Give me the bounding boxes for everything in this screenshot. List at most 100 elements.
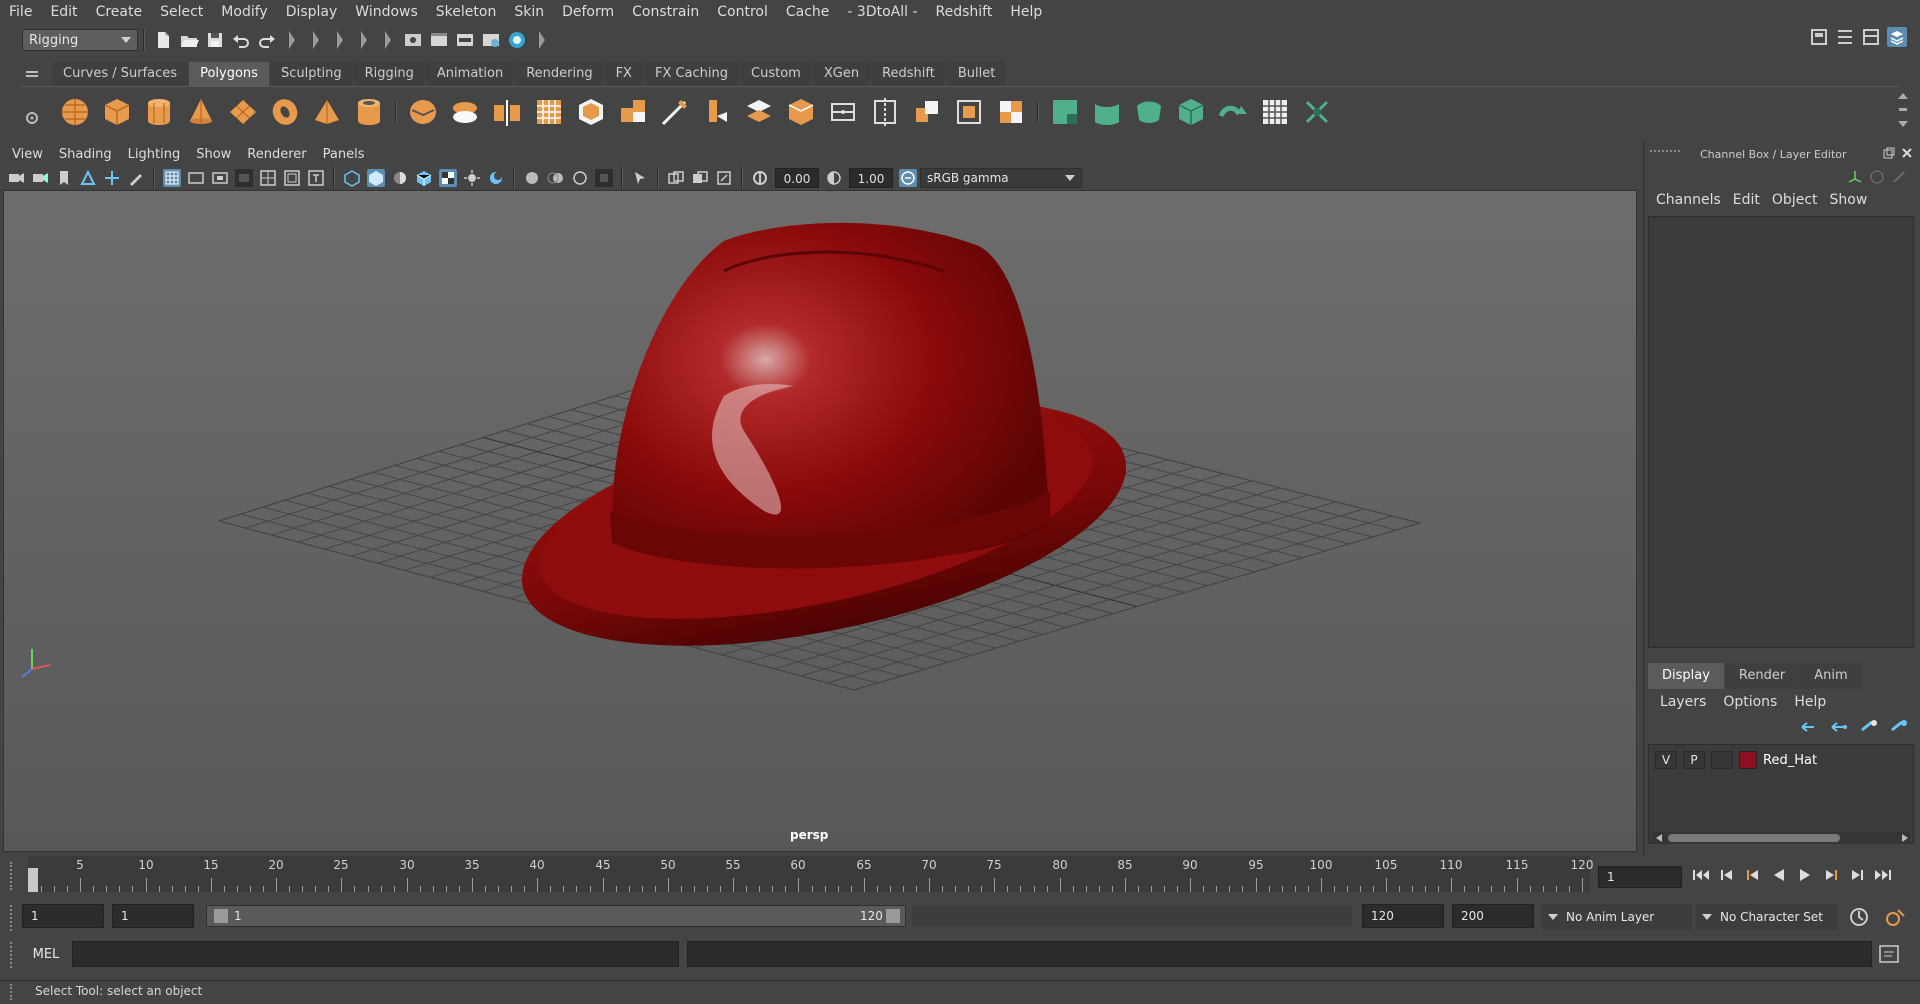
use-all-lights-icon[interactable] [463,169,481,187]
quad-draw-icon[interactable] [952,95,986,129]
grid-toggle-icon[interactable] [163,169,181,187]
menu-edit[interactable]: Edit [41,0,86,24]
layer-color-swatch[interactable] [1739,751,1757,769]
tab-curves-surfaces[interactable]: Curves / Surfaces [52,62,189,86]
render-settings-icon[interactable] [481,30,501,50]
auto-key-icon[interactable] [1848,906,1870,928]
xray-joints-icon[interactable] [715,169,733,187]
menu-skeleton[interactable]: Skeleton [427,0,506,24]
tab-rendering[interactable]: Rendering [515,62,604,86]
gamma-icon[interactable] [825,169,843,187]
menu-deform[interactable]: Deform [553,0,623,24]
menu-cache[interactable]: Cache [777,0,839,24]
field-chart-icon[interactable] [259,169,277,187]
fill-hole-icon[interactable] [826,95,860,129]
poly-sphere-icon[interactable] [58,95,92,129]
extrude-icon[interactable] [616,95,650,129]
time-slider[interactable]: 1510152025303540455055606570758085909510… [28,856,1593,892]
2d-pan-zoom-icon[interactable] [103,169,121,187]
menu-constrain[interactable]: Constrain [623,0,708,24]
script-editor-icon[interactable] [1878,943,1900,965]
channel-box-menu-show[interactable]: Show [1826,192,1876,208]
panel-grip-handle[interactable] [1650,150,1680,156]
uv-unfold-icon[interactable] [1216,95,1250,129]
gamma-field[interactable]: 1.00 [849,168,893,188]
step-back-key-icon[interactable] [1742,864,1764,886]
menu-redshift[interactable]: Redshift [927,0,1002,24]
offset-edge-loop-icon[interactable] [910,95,944,129]
poly-pipe-icon[interactable] [352,95,386,129]
menu-skin[interactable]: Skin [505,0,553,24]
menu-control[interactable]: Control [708,0,777,24]
attribute-editor-toggle-icon[interactable] [1835,27,1855,47]
uv-planar-map-icon[interactable] [1048,95,1082,129]
layer-menu-options[interactable]: Options [1715,694,1786,710]
help-line-grip[interactable] [10,984,18,1000]
exposure-field[interactable]: 0.00 [775,168,819,188]
poly-cylinder-icon[interactable] [142,95,176,129]
camera-attributes-icon[interactable] [31,169,49,187]
scrollbar-thumb[interactable] [1668,834,1840,842]
hypershade-icon[interactable] [507,30,527,50]
move-layer-up-icon[interactable] [1798,718,1820,736]
smooth-icon[interactable] [532,95,566,129]
ipr-render-icon[interactable] [455,30,475,50]
viewport-menu-show[interactable]: Show [188,144,239,166]
collapse-arrow-icon[interactable] [361,31,367,49]
layer-menu-layers[interactable]: Layers [1652,694,1715,710]
layer-row[interactable]: V P Red_Hat [1655,751,1913,769]
command-line-grip[interactable] [10,942,18,968]
collapse-arrow-icon[interactable] [337,31,343,49]
tab-fx-caching[interactable]: FX Caching [643,62,740,86]
viewport-menu-shading[interactable]: Shading [51,144,120,166]
move-layer-down-icon[interactable] [1828,718,1850,736]
menu-display[interactable]: Display [277,0,347,24]
viewport-menu-renderer[interactable]: Renderer [239,144,314,166]
uv-auto-map-icon[interactable] [1174,95,1208,129]
current-time-marker[interactable] [28,868,38,892]
safe-title-icon[interactable] [307,169,325,187]
layer-menu-help[interactable]: Help [1786,694,1835,710]
menu-windows[interactable]: Windows [346,0,427,24]
use-default-material-icon[interactable] [391,169,409,187]
redo-icon[interactable] [257,30,277,50]
uv-cylindrical-map-icon[interactable] [1090,95,1124,129]
separate-icon[interactable] [448,95,482,129]
select-camera-icon[interactable] [7,169,25,187]
float-panel-icon[interactable] [1882,146,1896,160]
anim-layer-dropdown[interactable]: No Anim Layer [1542,904,1692,930]
wireframe-on-shaded-icon[interactable] [415,169,433,187]
multi-cut-icon[interactable] [658,95,692,129]
viewport-persp[interactable] [3,190,1637,852]
tab-redshift[interactable]: Redshift [871,62,946,86]
smooth-shade-icon[interactable] [367,169,385,187]
close-icon[interactable] [1900,146,1914,160]
animation-end-field[interactable]: 200 [1452,904,1534,928]
color-management-icon[interactable] [899,169,917,187]
bevel-icon[interactable] [574,95,608,129]
range-slider[interactable] [206,905,906,927]
channel-box-menu-channels[interactable]: Channels [1652,192,1729,208]
playback-end-field[interactable]: 120 [1362,904,1444,928]
depth-of-field-icon[interactable] [595,169,613,187]
command-input[interactable] [71,941,680,967]
poly-torus-icon[interactable] [268,95,302,129]
safe-action-icon[interactable] [283,169,301,187]
menu-file[interactable]: File [0,0,41,24]
isolate-select-icon[interactable] [631,169,649,187]
film-gate-icon[interactable] [187,169,205,187]
textured-icon[interactable] [439,169,457,187]
play-backwards-icon[interactable] [1768,864,1790,886]
menu-modify[interactable]: Modify [212,0,276,24]
motion-blur-icon[interactable] [547,169,565,187]
wireframe-icon[interactable] [343,169,361,187]
target-weld-icon[interactable] [700,95,734,129]
go-to-start-icon[interactable] [1690,864,1712,886]
undo-icon[interactable] [231,30,251,50]
channel-box-menu-object[interactable]: Object [1768,192,1826,208]
uv-layout-icon[interactable] [1300,95,1334,129]
bookmark-icon[interactable] [55,169,73,187]
gate-mask-icon[interactable] [235,169,253,187]
collapse-arrow-icon[interactable] [289,31,295,49]
playback-start-field[interactable]: 1 [112,904,194,928]
